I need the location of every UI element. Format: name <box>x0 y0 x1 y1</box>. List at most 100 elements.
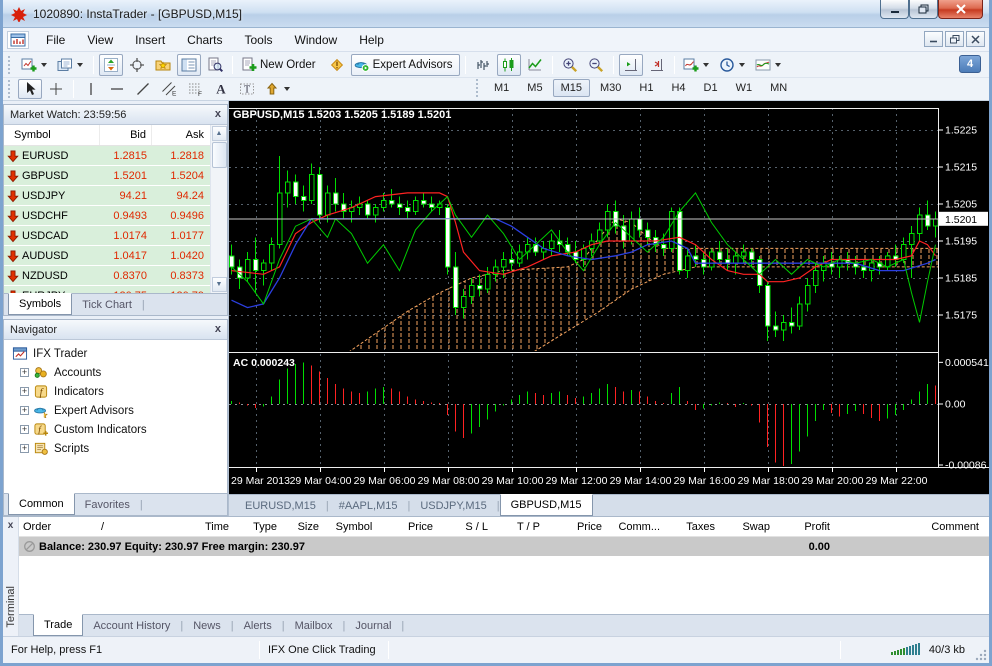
tab-mailbox[interactable]: Mailbox <box>285 615 343 636</box>
terminal-column-profit[interactable]: Profit <box>774 521 834 533</box>
navigator-item-accounts[interactable]: +Accounts <box>10 363 227 382</box>
close-icon[interactable]: x <box>215 109 221 120</box>
minimize-button[interactable] <box>880 0 909 19</box>
terminal-column-swap[interactable]: Swap <box>719 521 774 533</box>
navigator-root[interactable]: IFX Trader <box>10 344 227 363</box>
toolbar-grip[interactable] <box>476 79 481 97</box>
market-watch-titlebar[interactable]: Market Watch: 23:59:56 x <box>4 105 227 125</box>
menu-insert[interactable]: Insert <box>124 30 176 50</box>
favorites-button[interactable] <box>151 54 175 76</box>
fibonacci-button[interactable]: F <box>183 79 207 99</box>
terminal-column-symbol[interactable]: Symbol <box>323 521 385 533</box>
navigator-item-custom-indicators[interactable]: +fCustom Indicators <box>10 420 227 439</box>
menu-window[interactable]: Window <box>284 30 349 50</box>
market-watch-row[interactable]: USDCAD1.01741.0177 <box>4 226 210 246</box>
chart-shift-button[interactable] <box>619 54 643 76</box>
terminal-column-t-p[interactable]: T / P <box>492 521 544 533</box>
column-bid[interactable]: Bid <box>100 125 152 145</box>
expand-icon[interactable]: + <box>20 444 29 453</box>
scroll-down-icon[interactable]: ▼ <box>212 277 227 292</box>
restore-button[interactable] <box>909 0 938 19</box>
candlestick-chart-button[interactable] <box>497 54 521 76</box>
toolbar-grip[interactable] <box>8 80 13 98</box>
tab-alerts[interactable]: Alerts <box>234 615 282 636</box>
tab-symbols[interactable]: Symbols <box>8 293 72 315</box>
menu-view[interactable]: View <box>76 30 124 50</box>
close-icon[interactable]: x <box>215 324 221 335</box>
data-window-button[interactable] <box>203 54 227 76</box>
terminal-column-s-l[interactable]: S / L <box>437 521 492 533</box>
menu-help[interactable]: Help <box>348 30 395 50</box>
expand-icon[interactable]: + <box>20 406 29 415</box>
timeframe-h1[interactable]: H1 <box>631 79 661 97</box>
timeframe-m15[interactable]: M15 <box>553 79 590 97</box>
resize-grip[interactable] <box>973 643 989 663</box>
chart-tab-eurusd-m15[interactable]: EURUSD,M15 <box>235 495 326 516</box>
chevron-down-icon[interactable] <box>77 63 83 67</box>
terminal-column-price[interactable]: Price <box>385 521 437 533</box>
mdi-close-button[interactable] <box>966 31 985 47</box>
toolbar-grip[interactable] <box>8 56 13 74</box>
terminal-column--[interactable]: / <box>97 521 123 533</box>
profiles-button[interactable] <box>54 54 88 76</box>
market-watch-row[interactable]: AUDUSD1.04171.0420 <box>4 246 210 266</box>
tab-account-history[interactable]: Account History <box>83 615 180 636</box>
vertical-line-button[interactable] <box>79 79 103 99</box>
templates-button[interactable] <box>752 54 786 76</box>
chart-canvas[interactable]: GBPUSD,M15 1.5203 1.5205 1.5189 1.5201AC… <box>229 101 989 494</box>
timeframe-m30[interactable]: M30 <box>592 79 629 97</box>
market-watch-row[interactable]: USDCHF0.94930.9496 <box>4 206 210 226</box>
cursor-button[interactable] <box>18 79 42 99</box>
market-watch-scrollbar[interactable]: ▲ ▼ <box>210 125 227 293</box>
horizontal-line-button[interactable] <box>105 79 129 99</box>
market-watch-row[interactable]: USDJPY94.2194.24 <box>4 186 210 206</box>
timeframe-d1[interactable]: D1 <box>696 79 726 97</box>
navigator-item-scripts[interactable]: +Scripts <box>10 439 227 458</box>
chevron-down-icon[interactable] <box>41 63 47 67</box>
trend-line-button[interactable] <box>131 79 155 99</box>
terminal-column-comm-[interactable]: Comm... <box>606 521 664 533</box>
new-chart-button[interactable] <box>18 54 52 76</box>
tab-tick-chart[interactable]: Tick Chart <box>72 294 142 315</box>
column-ask[interactable]: Ask <box>152 125 210 145</box>
menu-file[interactable]: File <box>35 30 76 50</box>
expand-icon[interactable]: + <box>20 387 29 396</box>
bar-chart-button[interactable] <box>471 54 495 76</box>
market-watch-row[interactable]: GBPUSD1.52011.5204 <box>4 166 210 186</box>
text-label-button[interactable]: T <box>235 79 259 99</box>
timeframe-m5[interactable]: M5 <box>519 79 550 97</box>
crosshair-target-button[interactable] <box>125 54 149 76</box>
terminal-column-price[interactable]: Price <box>544 521 606 533</box>
equidistant-channel-button[interactable]: E <box>157 79 181 99</box>
indicators-list-button[interactable] <box>680 54 714 76</box>
balance-row[interactable]: Balance: 230.97 Equity: 230.97 Free marg… <box>19 537 989 556</box>
arrow-tools-button[interactable] <box>261 79 295 99</box>
line-chart-button[interactable] <box>523 54 547 76</box>
chevron-down-icon[interactable] <box>775 63 781 67</box>
auto-shift-button[interactable] <box>645 54 669 76</box>
navigator-item-expert-advisors[interactable]: +Expert Advisors <box>10 401 227 420</box>
navigator-item-indicators[interactable]: +fIndicators <box>10 382 227 401</box>
terminal-column-order[interactable]: Order <box>19 521 97 533</box>
tab-news[interactable]: News <box>183 615 231 636</box>
menu-charts[interactable]: Charts <box>176 30 233 50</box>
timeframe-w1[interactable]: W1 <box>728 79 761 97</box>
market-watch-row[interactable]: NZDUSD0.83700.8373 <box>4 266 210 286</box>
scroll-up-icon[interactable]: ▲ <box>212 126 227 141</box>
close-button[interactable] <box>938 0 983 19</box>
periods-button[interactable] <box>716 54 750 76</box>
timeframe-m1[interactable]: M1 <box>486 79 517 97</box>
new-order-button[interactable]: New Order <box>238 54 323 76</box>
expert-advisors-button[interactable]: Expert Advisors <box>351 54 460 76</box>
tab-trade[interactable]: Trade <box>33 614 83 636</box>
alerts-button[interactable] <box>325 54 349 76</box>
terminal-column-comment[interactable]: Comment <box>834 521 983 533</box>
timeframe-h4[interactable]: H4 <box>663 79 693 97</box>
zoom-in-button[interactable] <box>558 54 582 76</box>
column-symbol[interactable]: Symbol <box>4 125 100 145</box>
one-click-trading-button[interactable]: IFX One Click Trading <box>260 641 388 659</box>
scroll-thumb[interactable] <box>212 142 227 168</box>
expand-icon[interactable]: + <box>20 425 29 434</box>
terminal-column-type[interactable]: Type <box>233 521 281 533</box>
tab-favorites[interactable]: Favorites <box>75 494 140 515</box>
